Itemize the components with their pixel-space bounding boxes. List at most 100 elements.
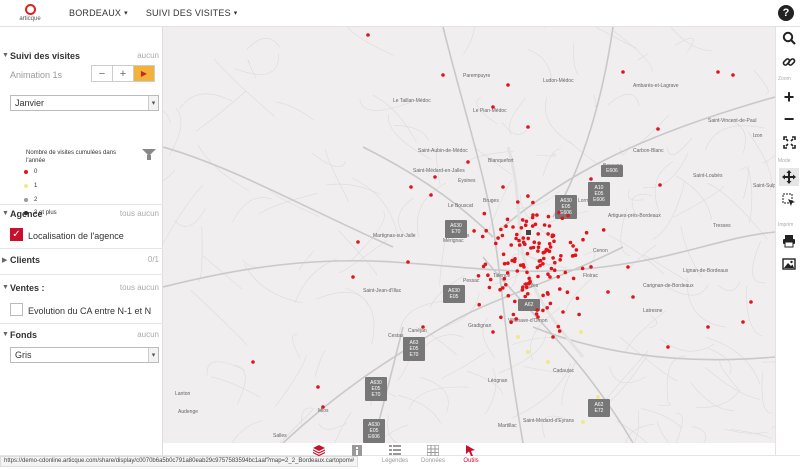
visit-point bbox=[520, 288, 525, 292]
boundary-line bbox=[652, 181, 685, 240]
select-none-link[interactable]: aucun bbox=[137, 51, 159, 60]
boundary-line bbox=[762, 154, 775, 164]
visit-point bbox=[321, 405, 325, 409]
boundary-line bbox=[274, 355, 307, 407]
section-clients[interactable]: ▶ Clients 0/1 bbox=[0, 253, 163, 269]
link-icon[interactable] bbox=[779, 53, 799, 71]
select-all-link[interactable]: tous bbox=[120, 209, 135, 218]
image-export-icon[interactable] bbox=[779, 255, 799, 273]
visit-point bbox=[501, 252, 506, 257]
section-agence[interactable]: ▼ Agence tous aucun bbox=[0, 207, 163, 223]
menu-region[interactable]: BORDEAUX ▾ bbox=[69, 8, 128, 18]
data-tab[interactable]: Données bbox=[414, 443, 452, 469]
place-label: Pessac bbox=[463, 278, 480, 284]
boundary-line bbox=[163, 184, 204, 244]
visit-point bbox=[486, 273, 490, 277]
boundary-line bbox=[498, 330, 547, 374]
visit-point bbox=[551, 256, 555, 260]
divider bbox=[0, 248, 163, 249]
visit-point bbox=[568, 240, 573, 245]
visit-point bbox=[621, 70, 625, 74]
select-area-icon[interactable] bbox=[779, 191, 799, 209]
app-logo[interactable]: articque bbox=[10, 0, 50, 27]
visit-point bbox=[706, 325, 710, 329]
visit-point bbox=[601, 228, 606, 232]
legend-dot bbox=[24, 198, 28, 202]
boundary-line bbox=[660, 338, 715, 352]
visit-point bbox=[577, 312, 581, 317]
collapse-triangle-icon: ▼ bbox=[2, 210, 9, 217]
visit-point bbox=[496, 236, 500, 240]
ventes-checkbox-label[interactable]: Evolution du CA entre N-1 et N bbox=[28, 306, 151, 316]
visit-point bbox=[520, 218, 525, 222]
map-canvas[interactable]: Le Pian-Médoc Saint-Aubin-de-Médoc Saint-M… bbox=[163, 27, 775, 443]
agence-checkbox[interactable]: ✓ bbox=[10, 228, 23, 241]
tools-tab[interactable]: Outils bbox=[452, 443, 490, 469]
zoom-out-icon[interactable]: − bbox=[779, 109, 799, 129]
visit-point bbox=[560, 216, 565, 221]
boundary-line bbox=[674, 37, 694, 53]
visit-point bbox=[558, 287, 562, 291]
legends-tab[interactable]: Légendes bbox=[376, 443, 414, 469]
boundary-line bbox=[565, 276, 595, 314]
place-label: Cenon bbox=[593, 248, 608, 254]
animation-minus-button[interactable]: − bbox=[91, 65, 113, 82]
visit-point bbox=[517, 243, 522, 247]
boundary-line bbox=[762, 361, 775, 363]
boundary-line bbox=[740, 167, 749, 199]
fullscreen-icon[interactable] bbox=[779, 133, 799, 151]
legend-item: 1 bbox=[24, 181, 37, 191]
place-label: Saint-Aubin-de-Médoc bbox=[418, 148, 468, 154]
boundary-line bbox=[747, 131, 772, 191]
select-all-link[interactable]: tous bbox=[120, 283, 135, 292]
animation-play-button[interactable]: ▶ bbox=[133, 65, 155, 82]
filter-icon-stem bbox=[147, 155, 151, 160]
boundary-line bbox=[666, 356, 687, 402]
legend-label: 2 bbox=[34, 197, 38, 203]
help-icon[interactable]: ? bbox=[778, 5, 794, 21]
road-shield-label: E70 bbox=[410, 352, 419, 358]
mode-section-label: Mode bbox=[778, 158, 791, 164]
check-icon: ✓ bbox=[12, 229, 21, 240]
agence-checkbox-label[interactable]: Localisation de l'agence bbox=[28, 231, 124, 241]
select-none-link[interactable]: aucun bbox=[137, 283, 159, 292]
place-label: Parempuyre bbox=[463, 73, 490, 79]
road bbox=[502, 96, 775, 228]
visit-point bbox=[519, 226, 524, 230]
boundary-line bbox=[294, 258, 337, 303]
section-fonds[interactable]: ▼ Fonds aucun bbox=[0, 328, 163, 344]
boundary-line bbox=[619, 336, 678, 382]
visit-point bbox=[366, 33, 370, 37]
ventes-checkbox[interactable] bbox=[10, 303, 23, 316]
road-shield-label: E70 bbox=[452, 229, 461, 235]
boundary-line bbox=[276, 101, 314, 120]
select-none-link[interactable]: aucun bbox=[137, 209, 159, 218]
road-shield: A630E05E606 bbox=[363, 419, 385, 443]
place-label: Carbon-Blanc bbox=[633, 148, 664, 154]
menu-module[interactable]: SUIVI DES VISITES ▾ bbox=[146, 8, 238, 18]
select-none-link[interactable]: aucun bbox=[137, 330, 159, 339]
boundary-line bbox=[234, 53, 280, 75]
boundary-line bbox=[747, 165, 753, 223]
road-shield-label: E70 bbox=[372, 392, 381, 398]
visit-point bbox=[536, 232, 540, 236]
road-shield-label: E606 bbox=[593, 197, 605, 203]
print-icon[interactable] bbox=[779, 232, 799, 250]
visit-point bbox=[551, 335, 555, 339]
visit-point bbox=[749, 300, 753, 304]
animation-plus-button[interactable]: + bbox=[112, 65, 134, 82]
month-select[interactable]: Janvier ▾ bbox=[10, 95, 159, 111]
visit-point bbox=[544, 247, 549, 252]
boundary-line bbox=[536, 153, 557, 157]
place-label: Saint-Sulpice-et-Cameyrac bbox=[753, 183, 775, 189]
pan-icon[interactable] bbox=[779, 168, 799, 186]
section-suivi-visites[interactable]: ▼ Suivi des visites aucun bbox=[0, 49, 163, 65]
section-ventes[interactable]: ▼ Ventes : tous aucun bbox=[0, 281, 163, 297]
map-view[interactable]: Le Pian-Médoc Saint-Aubin-de-Médoc Saint-M… bbox=[163, 27, 775, 443]
basemap-select[interactable]: Gris ▾ bbox=[10, 347, 159, 363]
zoom-in-icon[interactable]: + bbox=[779, 87, 799, 107]
boundary-line bbox=[190, 290, 248, 346]
road-shield: A10E05E606 bbox=[588, 182, 610, 206]
search-icon[interactable] bbox=[779, 29, 799, 47]
visit-point bbox=[472, 229, 476, 233]
